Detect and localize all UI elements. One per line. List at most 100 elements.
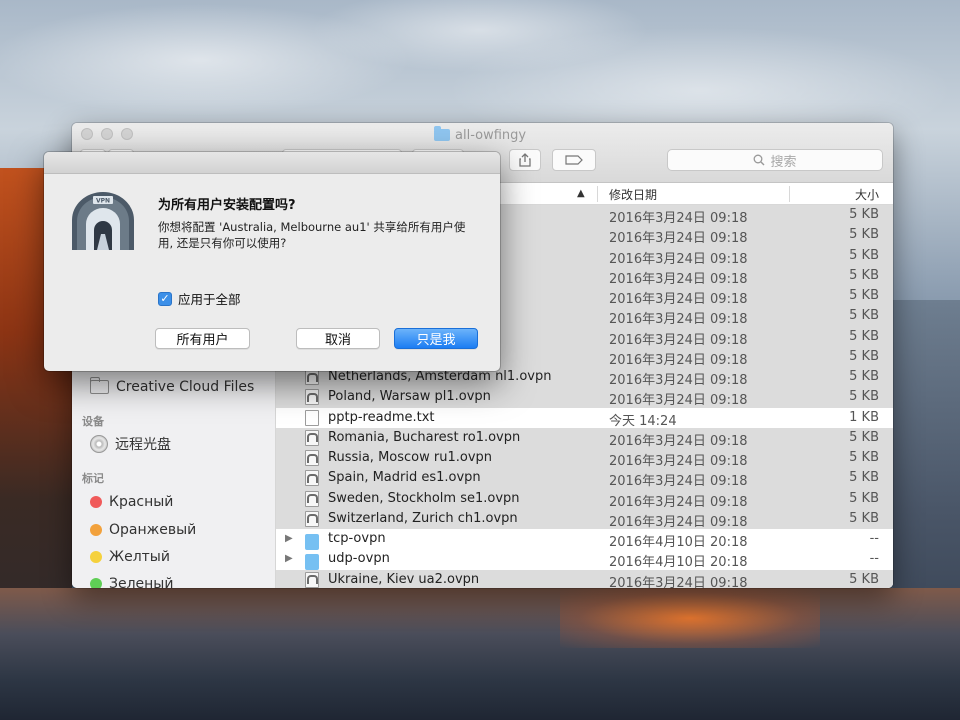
file-date: 2016年3月24日 09:18 [609,211,748,226]
vpn-config-file-icon [305,510,319,527]
cancel-button[interactable]: 取消 [296,328,380,349]
file-date: 2016年3月24日 09:18 [609,332,748,348]
column-divider[interactable] [789,186,790,202]
file-size: 5 KB [849,288,879,303]
column-date[interactable]: 修改日期 [609,186,657,203]
sidebar-item-tag-yellow[interactable]: Желтый [90,547,170,567]
tag-button[interactable] [552,149,596,171]
file-size: 5 KB [849,227,879,243]
file-name: Ukraine, Kiev ua2.ovpn [328,571,480,587]
tag-color-icon [90,524,102,536]
file-date: 2016年3月24日 09:18 [609,393,748,409]
file-name: pptp-readme.txt [328,409,435,425]
table-row[interactable]: Spain, Madrid es1.ovpn 2016年3月24日 09:18 5 … [276,468,893,490]
file-date: 2016年3月24日 09:18 [609,494,748,510]
checkmark-icon[interactable]: ✓ [158,291,172,306]
file-date: 2016年3月24日 09:18 [609,231,748,247]
table-row[interactable]: Switzerland, Zurich ch1.ovpn 2016年3月24日 0… [276,508,893,530]
file-name: Netherlands, Amsterdam nl1.ovpn [328,369,552,384]
window-title-text: all-owfingy [455,127,527,143]
close-window-button[interactable] [81,128,93,140]
all-users-button[interactable]: 所有用户 [155,328,250,349]
disclosure-triangle-icon[interactable]: ▶ [285,553,293,564]
sidebar-item-tag-red[interactable]: Красный [90,492,173,512]
share-button[interactable] [509,149,541,171]
window-title: all-owfingy [434,126,526,144]
sidebar-item-tag-orange[interactable]: Оранжевый [90,520,196,540]
file-name: udp-ovpn [328,551,390,567]
checkbox-label: 应用于全部 [178,292,241,307]
file-size: 5 KB [849,348,879,364]
sidebar-item-remote-disc[interactable]: 远程光盘 [90,434,171,454]
tag-color-icon [90,496,102,508]
sidebar-item-label: Зеленый [109,576,174,588]
file-size: 5 KB [849,247,879,263]
table-row[interactable]: Ukraine, Kiev ua2.ovpn 2016年3月24日 09:18 5 … [276,569,893,588]
file-name: tcp-ovpn [328,531,386,546]
dialog-message: 你想将配置 'Australia, Melbourne au1' 共享给所有用户… [158,220,466,250]
search-icon [754,154,765,166]
search-placeholder: 搜索 [770,154,797,170]
file-date: 2016年4月10日 20:18 [609,555,748,571]
vpn-label: VPN [96,198,110,205]
sidebar-item-label: Красный [109,494,174,510]
file-size: 5 KB [849,328,879,344]
file-size: 5 KB [849,450,879,465]
sidebar-item-label: Creative Cloud Files [116,379,255,395]
file-date: 2016年3月24日 09:18 [609,373,748,388]
folder-icon [89,377,109,394]
search-input[interactable]: 搜索 [667,149,883,171]
apply-all-checkbox[interactable]: ✓ 应用于全部 [158,289,241,308]
file-date: 2016年3月24日 09:18 [609,352,748,368]
file-size: 5 KB [849,571,879,587]
zoom-window-button[interactable] [121,128,133,140]
column-size[interactable]: 大小 [855,186,879,203]
file-date: 今天 14:24 [609,413,677,429]
vpn-config-file-icon [305,450,319,466]
table-row[interactable]: pptp-readme.txt 今天 14:24 1 KB [276,408,893,429]
file-name: Switzerland, Zurich ch1.ovpn [328,510,518,526]
file-date: 2016年3月24日 09:18 [609,292,748,307]
file-date: 2016年3月24日 09:18 [609,474,748,490]
file-date: 2016年3月24日 09:18 [609,514,748,530]
folder-icon [305,554,319,571]
file-name: Russia, Moscow ru1.ovpn [328,450,493,465]
table-row[interactable]: ▶ tcp-ovpn 2016年4月10日 20:18 -- [276,529,893,550]
file-date: 2016年3月24日 09:18 [609,312,748,328]
file-size: 5 KB [849,389,879,405]
minimize-window-button[interactable] [101,128,113,140]
file-size: 5 KB [849,267,879,283]
table-row[interactable]: Romania, Bucharest ro1.ovpn 2016年3月24日 09… [276,427,893,449]
only-me-button[interactable]: 只是我 [394,328,478,349]
sort-ascending-icon: ▲ [577,188,585,199]
file-date: 2016年3月24日 09:18 [609,433,748,449]
column-divider[interactable] [597,186,598,202]
disclosure-triangle-icon[interactable]: ▶ [285,533,293,544]
table-row[interactable]: Sweden, Stockholm se1.ovpn 2016年3月24日 09:… [276,488,893,510]
file-name: Sweden, Stockholm se1.ovpn [328,490,520,506]
vpn-config-file-icon [305,571,319,588]
install-config-dialog: VPN 为所有用户安装配置吗? 你想将配置 'Australia, Melbou… [44,152,500,371]
table-row[interactable]: Russia, Moscow ru1.ovpn 2016年3月24日 09:18 5… [276,448,893,469]
file-size: 5 KB [849,308,879,324]
file-date: 2016年4月10日 20:18 [609,535,748,550]
vpn-config-file-icon [305,369,319,385]
sidebar-item-label: Оранжевый [109,522,197,538]
table-row[interactable]: Poland, Warsaw pl1.ovpn 2016年3月24日 09:18 5… [276,387,893,409]
file-date: 2016年3月24日 09:18 [609,271,748,287]
sidebar-item-creative-cloud[interactable]: Creative Cloud Files [89,377,255,397]
share-icon [519,153,531,167]
file-name: Spain, Madrid es1.ovpn [328,470,481,486]
vpn-config-file-icon [305,389,319,406]
table-row[interactable]: ▶ udp-ovpn 2016年4月10日 20:18 -- [276,549,893,571]
tag-color-icon [90,578,102,588]
dialog-title: 为所有用户安装配置吗? [158,198,296,213]
file-size: 5 KB [849,207,879,222]
dialog-titlebar [44,152,500,174]
text-file-icon [305,409,319,426]
file-size: 5 KB [849,429,879,445]
file-size: -- [869,531,879,546]
sidebar-item-label: 远程光盘 [115,437,171,453]
sidebar-item-tag-green[interactable]: Зеленый [90,574,173,588]
file-date: 2016年3月24日 09:18 [609,251,748,267]
